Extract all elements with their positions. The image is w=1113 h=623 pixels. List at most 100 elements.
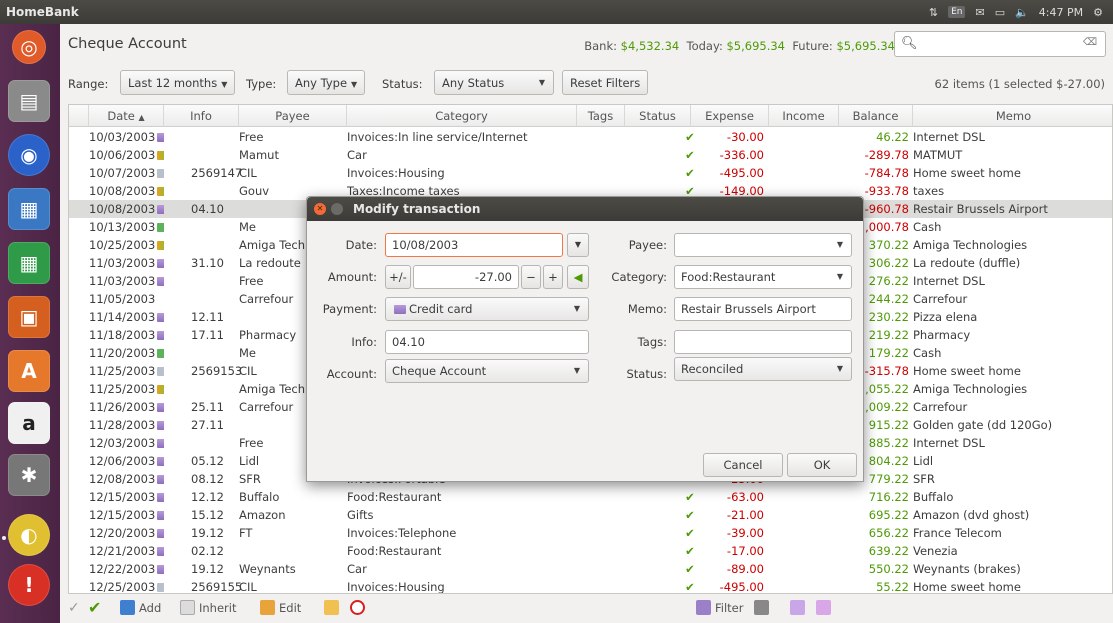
minimize-icon[interactable] xyxy=(331,203,343,215)
clock[interactable]: 4:47 PM xyxy=(1039,6,1083,19)
info-cell: 04.10 xyxy=(191,202,224,216)
amount-field[interactable]: -27.00 xyxy=(413,265,519,289)
bank-balance: $4,532.34 xyxy=(620,39,680,53)
memo-field[interactable]: Restair Brussels Airport xyxy=(674,297,852,321)
update-notifier-icon[interactable]: ! xyxy=(8,564,50,606)
files-icon[interactable]: ▤ xyxy=(8,80,50,122)
column-income[interactable]: Income xyxy=(769,105,839,127)
column-balance[interactable]: Balance xyxy=(839,105,913,127)
running-indicator xyxy=(2,536,6,540)
date-cell: 11/25/2003 xyxy=(89,362,164,380)
range-select[interactable]: Last 12 months ▼ xyxy=(120,70,236,95)
calc-icon[interactable]: ▦ xyxy=(8,242,50,284)
mark-cleared-icon[interactable]: ✓ xyxy=(68,600,80,616)
table-row[interactable]: 10/03/2003 Free Invoices:In line service/I… xyxy=(69,128,1112,146)
close-icon[interactable]: ✕ xyxy=(314,203,326,215)
payee-select[interactable]: ▼ xyxy=(674,233,852,257)
currency-convert-icon[interactable]: ◀ xyxy=(567,265,589,289)
chevron-down-icon: ▼ xyxy=(351,80,358,89)
keyboard-layout-indicator[interactable]: En xyxy=(948,6,966,18)
date-cell: 10/06/2003 xyxy=(89,146,164,164)
app-title: HomeBank xyxy=(6,5,79,19)
gear-icon[interactable]: ⚙ xyxy=(1093,6,1103,19)
toggle-sign-button[interactable]: +/- xyxy=(385,265,411,289)
info-field[interactable]: 04.10 xyxy=(385,330,589,354)
payee-cell: Mamut xyxy=(239,148,279,162)
column-memo[interactable]: Memo xyxy=(913,105,1112,127)
assign-button[interactable] xyxy=(754,600,769,615)
filter-button[interactable]: Filter xyxy=(696,600,743,615)
status-select-dialog[interactable]: Reconciled ▼ xyxy=(674,357,852,381)
date-cell: 12/08/2003 xyxy=(89,470,164,488)
writer-icon[interactable]: ▦ xyxy=(8,188,50,230)
inherit-button[interactable]: Inherit xyxy=(180,600,236,615)
card-payment-icon xyxy=(157,493,164,502)
battery-icon[interactable]: ▭ xyxy=(995,6,1005,19)
amount-label: Amount: xyxy=(327,270,377,284)
report-button[interactable] xyxy=(790,600,805,615)
card-payment-icon xyxy=(157,313,164,322)
mark-reconciled-icon[interactable]: ✔ xyxy=(88,598,101,617)
date-field[interactable]: 10/08/2003 xyxy=(385,233,563,257)
network-icon[interactable]: ⇅ xyxy=(929,6,938,19)
tags-field[interactable] xyxy=(674,330,852,354)
tags-label: Tags: xyxy=(637,335,667,349)
table-row[interactable]: 10/06/2003 Mamut Car ✔ -336.00 -289.78 MATMUT xyxy=(69,146,1112,164)
ok-button[interactable]: OK xyxy=(787,453,857,477)
table-row[interactable]: 10/07/2003 2569147 CIL Invoices:Housing ✔ -49… xyxy=(69,164,1112,182)
memo-cell: Amiga Technologies xyxy=(913,382,1028,396)
export-button[interactable] xyxy=(324,600,339,615)
delete-icon xyxy=(350,600,365,615)
settings-icon[interactable]: ✱ xyxy=(8,454,50,496)
memo-cell: Amazon (dvd ghost) xyxy=(913,508,1030,522)
card-payment-icon xyxy=(157,439,164,448)
table-row[interactable]: 12/22/2003 19.12 Weynants Car ✔ -89.00 550.22 W… xyxy=(69,560,1112,578)
column-category[interactable]: Category xyxy=(347,105,577,127)
volume-icon[interactable]: 🔈 xyxy=(1015,6,1029,19)
date-cell: 11/28/2003 xyxy=(89,416,164,434)
payee-cell: CIL xyxy=(239,580,257,594)
amount-decrement-button[interactable]: − xyxy=(521,265,541,289)
card-payment-icon xyxy=(157,331,164,340)
cancel-button[interactable]: Cancel xyxy=(703,453,783,477)
today-balance: $5,695.34 xyxy=(726,39,785,53)
date-picker-button[interactable]: ▼ xyxy=(567,233,589,257)
mail-icon[interactable]: ✉ xyxy=(975,6,984,19)
table-row[interactable]: 12/20/2003 19.12 FT Invoices:Telephone ✔ -39.… xyxy=(69,524,1112,542)
date-cell: 10/13/2003 xyxy=(89,218,164,236)
delete-button[interactable] xyxy=(350,600,365,615)
type-select[interactable]: Any Type ▼ xyxy=(287,70,366,95)
firefox-icon[interactable]: ◉ xyxy=(8,134,50,176)
column-payee[interactable]: Payee xyxy=(239,105,347,127)
chevron-down-icon: ▼ xyxy=(573,304,580,313)
payee-cell: CIL xyxy=(239,166,257,180)
table-row[interactable]: 12/21/2003 02.12 Food:Restaurant ✔ -17.00 639… xyxy=(69,542,1112,560)
table-row[interactable]: 12/25/2003 2569155 CIL Invoices:Housing ✔ -49… xyxy=(69,578,1112,594)
clear-search-icon[interactable]: ⌫ xyxy=(1083,37,1097,48)
add-button[interactable]: Add xyxy=(120,600,161,615)
amount-increment-button[interactable]: + xyxy=(543,265,563,289)
account-select[interactable]: Cheque Account ▼ xyxy=(385,359,589,383)
column-tags[interactable]: Tags xyxy=(577,105,625,127)
edit-button[interactable]: Edit xyxy=(260,600,301,615)
table-row[interactable]: 12/15/2003 15.12 Amazon Gifts ✔ -21.00 695.22 A… xyxy=(69,506,1112,524)
report-detail-button[interactable] xyxy=(816,600,831,615)
impress-icon[interactable]: ▣ xyxy=(8,296,50,338)
search-input[interactable]: 🔍︎ ⌫ xyxy=(894,31,1106,57)
date-cell: 12/15/2003 xyxy=(89,488,164,506)
header-spacer xyxy=(69,105,89,127)
table-row[interactable]: 12/15/2003 12.12 Buffalo Food:Restaurant ✔ -6… xyxy=(69,488,1112,506)
category-select[interactable]: Food:Restaurant ▼ xyxy=(674,265,852,289)
column-info[interactable]: Info xyxy=(164,105,239,127)
status-select[interactable]: Any Status ▼ xyxy=(434,70,554,95)
column-date[interactable]: Date ▲ xyxy=(89,105,164,127)
card-payment-icon xyxy=(157,457,164,466)
software-center-icon[interactable]: A xyxy=(8,350,50,392)
payment-select[interactable]: Credit card ▼ xyxy=(385,297,589,321)
column-status[interactable]: Status xyxy=(625,105,691,127)
reset-filters-button[interactable]: Reset Filters xyxy=(562,70,649,95)
ubuntu-logo-icon[interactable]: ◎ xyxy=(12,30,46,64)
amazon-icon[interactable]: a xyxy=(8,402,50,444)
column-expense[interactable]: Expense xyxy=(691,105,769,127)
homebank-icon[interactable]: ◐ xyxy=(8,514,50,556)
